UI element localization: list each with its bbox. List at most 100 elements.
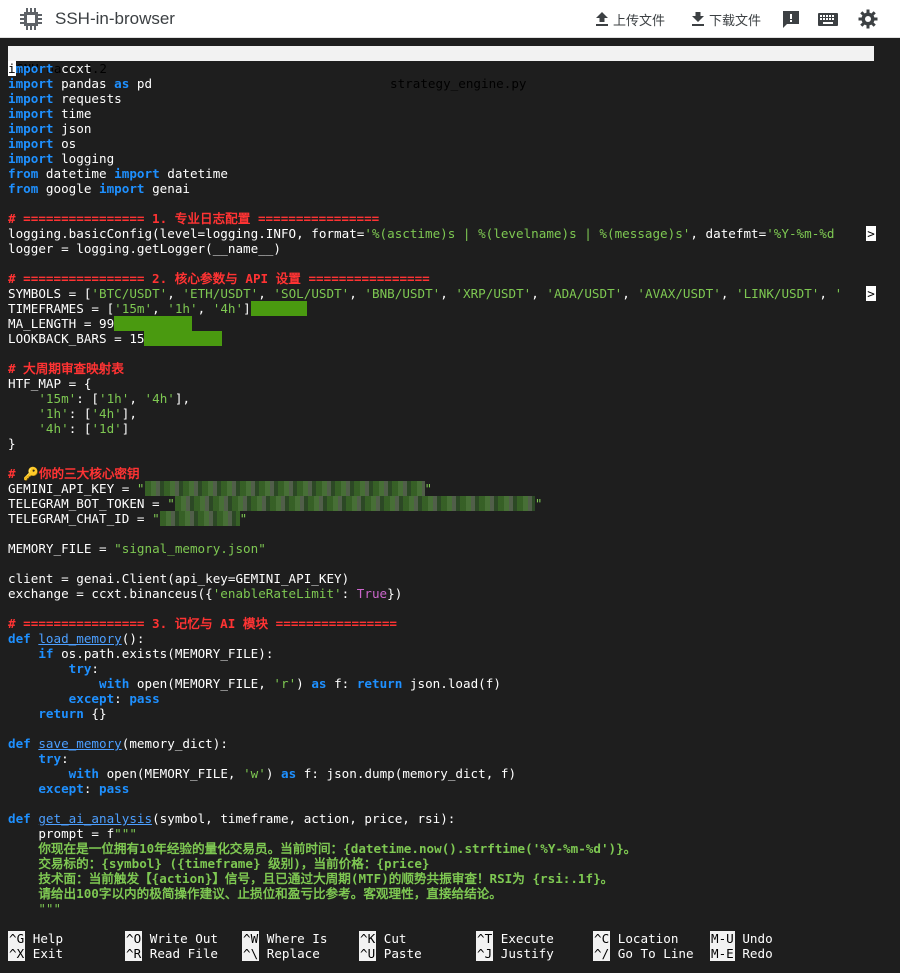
shortcut-item[interactable]: ^/ Go To Line [593,946,694,961]
shortcut-key: ^C [593,931,611,946]
code-token: pass [129,691,160,706]
shortcut-item[interactable]: ^K Cut [359,931,407,946]
code-token: import [8,121,54,136]
code-token: : [114,691,130,706]
code-token: ] [243,301,251,316]
selection-highlight [250,301,307,316]
shortcut-label: Where Is [259,931,328,946]
code-token: SYMBOLS = [ [8,286,92,301]
code-token: try [38,751,62,766]
shortcut-item[interactable]: ^U Paste [359,946,422,961]
code-token: logging [53,151,115,166]
code-token: (): [121,631,145,646]
code-token: 'r' [273,676,297,691]
code-token: '4h' [38,421,69,436]
code-line: # ================ 1. 专业日志配置 ===========… [8,211,878,226]
shortcut-item[interactable]: ^G Help [8,931,63,946]
code-token: mport [15,61,54,76]
code-token: "signal_memory.json" [114,541,266,556]
shortcut-item[interactable]: ^X Exit [8,946,63,961]
code-token: prompt = f [8,826,115,841]
shortcut-key: ^\ [242,946,260,961]
code-token: " [152,511,160,526]
gear-icon[interactable] [858,9,878,29]
code-token: get_ai_analysis [38,811,153,826]
code-line: import logging [8,151,878,166]
code-token: import [8,136,54,151]
code-token: ) [265,766,281,781]
code-token: ], [121,406,137,421]
keyboard-icon[interactable] [818,9,838,29]
code-token: if [38,646,54,661]
shortcut-item[interactable]: ^J Justify [476,946,554,961]
feedback-icon[interactable] [781,9,801,29]
code-token: 你现在是一位拥有10年经验的量化交易员。当前时间：{datetime.now()… [8,841,637,856]
shortcut-item[interactable]: M-U Undo [710,931,773,946]
code-line: import requests [8,91,878,106]
code-token: ' [834,286,843,301]
code-token: True [356,586,388,601]
code-line: MEMORY_FILE = "signal_memory.json" [8,541,878,556]
app-title: SSH-in-browser [55,9,175,28]
shortcut-item[interactable]: ^T Execute [476,931,554,946]
terminal[interactable]: GNU nano 6.2 strategy_engine.py import c… [0,38,900,973]
code-line: def get_ai_analysis(symbol, timeframe, a… [8,811,878,826]
code-token: : [61,751,69,766]
code-editor[interactable]: import ccxt import pandas as pd import req… [8,61,878,916]
code-token: 请给出100字以内的极简操作建议、止损位和盈亏比参考。客观理性，直接给结论。 [8,886,502,901]
shortcut-label: Read File [142,946,218,961]
top-toolbar: SSH-in-browser 上传文件 下载文件 [0,0,900,38]
nano-title-bar: GNU nano 6.2 strategy_engine.py [8,46,874,91]
code-line: logging.basicConfig(level=logging.INFO, … [8,226,878,241]
code-token: json [53,121,92,136]
code-token: TIMEFRAMES = [ [8,301,115,316]
code-line: if os.path.exists(MEMORY_FILE): [8,646,878,661]
code-line: from datetime import datetime [8,166,878,181]
code-line: '4h': ['1d'] [8,421,878,436]
code-token: ) [296,676,312,691]
code-token: """ [114,826,137,841]
code-token: : [ [68,406,92,421]
code-token: '4h' [212,301,244,316]
shortcut-key: M-E [710,946,735,961]
code-token: GEMINI_API_KEY = [8,481,137,496]
upload-file-button[interactable]: 上传文件 [595,9,665,29]
code-token: : [341,586,357,601]
code-token: import [99,181,145,196]
shortcut-item[interactable]: ^\ Replace [242,946,320,961]
code-token: " [167,496,175,511]
code-token: pass [99,781,130,796]
code-token: {} [83,706,107,721]
code-token: , [349,286,365,301]
shortcut-item[interactable]: ^R Read File [125,946,218,961]
code-line: TELEGRAM_BOT_TOKEN = " " [8,496,878,511]
code-token: '4h' [91,406,122,421]
code-token: as [281,766,297,781]
shortcut-item[interactable]: M-E Redo [710,946,773,961]
shortcut-key: M-U [710,931,735,946]
code-line: except: pass [8,781,878,796]
code-token: with [68,766,100,781]
download-file-button[interactable]: 下载文件 [691,9,761,29]
code-line: """ [8,901,878,916]
code-token: '1d' [91,421,122,436]
code-token: 'AVAX/USDT' [637,286,721,301]
code-line: try: [8,751,878,766]
code-line: prompt = f""" [8,826,878,841]
shortcut-label: Undo [734,931,773,946]
shortcut-item[interactable]: ^W Where Is [242,931,327,946]
code-token: 交易标的：{symbol} ({timeframe} 级别)，当前价格：{pri… [8,856,430,871]
code-token: # 大周期审查映射表 [8,361,124,376]
selection-highlight [144,331,223,346]
shortcut-item[interactable]: ^O Write Out [125,931,218,946]
code-line: # ================ 3. 记忆与 AI 模块 ========… [8,616,878,631]
code-token: 'SOL/USDT' [273,286,350,301]
code-token: '1h' [38,406,69,421]
shortcut-item[interactable]: ^C Location [593,931,678,946]
code-token: MA_LENGTH = 99 [8,316,115,331]
redacted-secret [144,481,425,496]
code-token: 'w' [243,766,266,781]
